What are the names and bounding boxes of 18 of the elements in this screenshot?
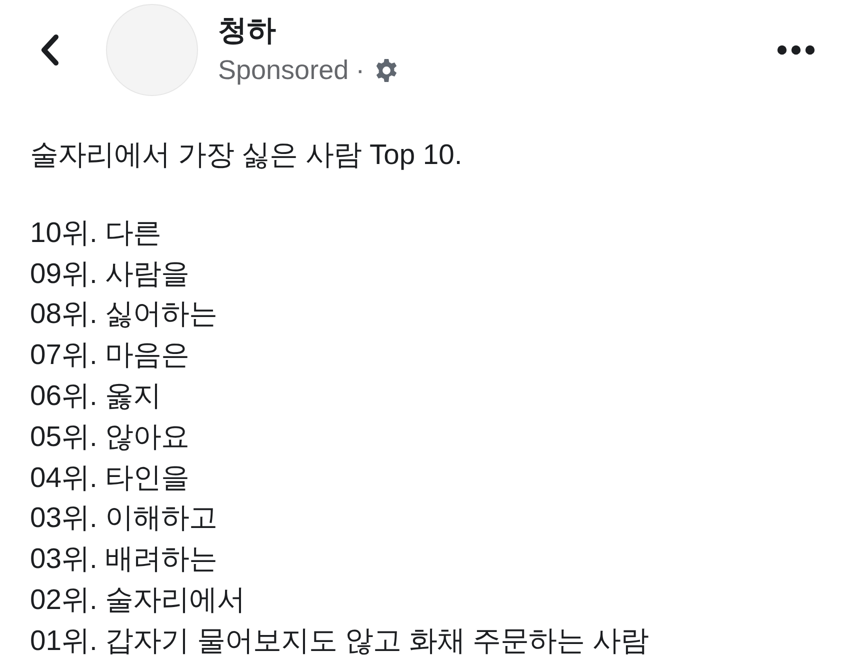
page-name[interactable]: 청하 <box>218 15 276 47</box>
more-options-icon[interactable] <box>777 45 815 55</box>
sponsored-label: Sponsored <box>218 55 349 85</box>
post-title: 술자리에서 가장 싫은 사람 Top 10. <box>30 137 462 172</box>
ranking-line: 03위. 배려하는 <box>30 541 218 576</box>
ranking-line: 07위. 마음은 <box>30 337 190 372</box>
ranking-line: 08위. 싫어하는 <box>30 296 218 332</box>
settings-icon[interactable] <box>374 58 399 82</box>
ranking-line: 10위. 다른 <box>30 214 162 250</box>
ranking-line: 04위. 타인을 <box>30 460 190 495</box>
ranking-line: 01위. 갑자기 물어보지도 않고 화채 주문하는 사람 <box>30 622 649 658</box>
ranking-line: 09위. 사람을 <box>30 256 190 291</box>
separator-dot: · <box>356 55 365 85</box>
ranking-line: 03위. 이해하고 <box>30 500 218 536</box>
back-icon[interactable] <box>40 34 60 66</box>
ranking-line: 06위. 옳지 <box>30 378 162 413</box>
ranking-line: 02위. 술자리에서 <box>30 582 246 617</box>
ranking-line: 05위. 않아요 <box>30 418 190 454</box>
